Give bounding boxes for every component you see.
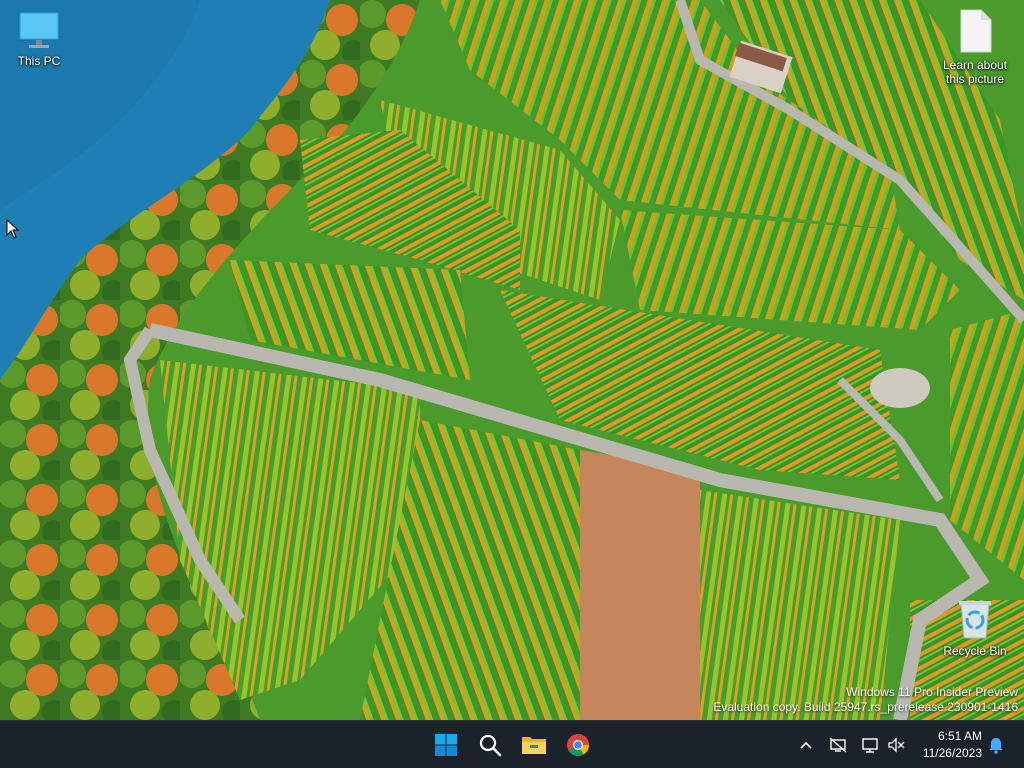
chevron-up-icon (800, 741, 812, 749)
show-hidden-icons-button[interactable] (794, 733, 818, 757)
chrome-button[interactable] (560, 727, 596, 763)
desktop[interactable]: This PC Learn about this picture Recycle… (0, 0, 1024, 720)
clock-date: 11/26/2023 (922, 746, 982, 760)
search-button[interactable] (472, 727, 508, 763)
this-pc-label: This PC (17, 54, 61, 68)
windows-start-icon (435, 734, 457, 756)
file-explorer-button[interactable] (516, 727, 552, 763)
display-button[interactable] (858, 733, 882, 757)
mouse-pointer-icon (6, 219, 20, 239)
taskbar: 6:51 AM 11/26/2023 (0, 720, 1024, 768)
folder-icon (522, 737, 546, 754)
vineyard-wallpaper (0, 0, 1024, 720)
display-icon (862, 738, 878, 753)
start-button[interactable] (428, 727, 464, 763)
learn-about-picture-desktop-icon[interactable]: Learn about this picture (935, 8, 1015, 86)
evaluation-watermark: Windows 11 Pro Insider Preview Evaluatio… (713, 685, 1018, 715)
search-icon (479, 734, 502, 757)
monitor-icon (18, 11, 60, 48)
clock-time: 6:51 AM (937, 729, 982, 743)
document-icon (960, 9, 992, 53)
recycle-bin-label: Recycle Bin (943, 644, 1007, 658)
network-status-button[interactable] (826, 733, 850, 757)
notifications-button[interactable] (984, 733, 1008, 757)
chrome-icon (567, 734, 589, 756)
this-pc-desktop-icon[interactable]: This PC (0, 10, 79, 68)
volume-muted-icon (888, 737, 905, 753)
network-icon (829, 737, 847, 753)
recycle-bin-desktop-icon[interactable]: Recycle Bin (935, 598, 1015, 658)
volume-button[interactable] (884, 733, 908, 757)
notification-bell-icon (989, 738, 1003, 754)
watermark-edition: Windows 11 Pro Insider Preview (846, 685, 1018, 699)
watermark-build: Evaluation copy. Build 25947.rs_prerelea… (713, 700, 1018, 714)
recycle-bin-icon (959, 601, 991, 639)
learn-about-picture-label: Learn about this picture (942, 58, 1008, 86)
clock-button[interactable]: 6:51 AM 11/26/2023 (912, 728, 982, 762)
